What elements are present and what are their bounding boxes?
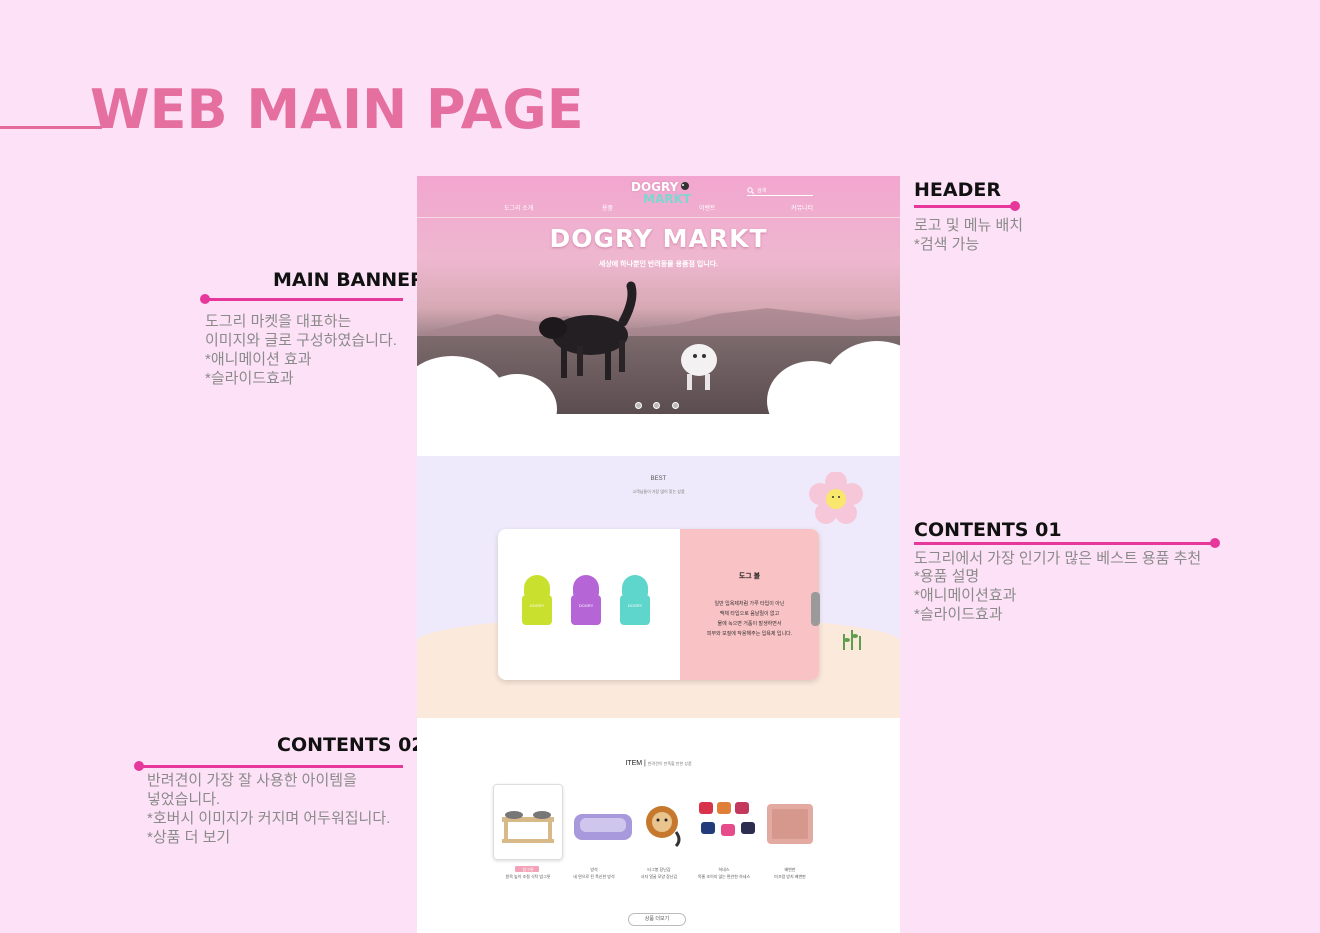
banner-annotation-line	[205, 298, 403, 301]
slide-handle[interactable]	[811, 592, 820, 626]
banner-annotation-text-3: *애니메이션 효과	[205, 351, 312, 368]
best-product-card[interactable]: DOGRY DOGRY DOGRY 도그 볼 일반 입욕제처럼 가루 타입이 아…	[498, 529, 819, 680]
item-card-cushion[interactable]	[568, 784, 638, 860]
slide-dot-1[interactable]	[635, 402, 642, 409]
product-desc-line-4: 피부와 모질에 작용해주는 입욕제 입니다.	[706, 631, 793, 637]
contents01-annotation-text-4: *슬라이드효과	[914, 606, 1003, 623]
header-divider	[417, 217, 900, 218]
more-products-button[interactable]: 상품 더보기	[628, 913, 686, 926]
slide-dot-2[interactable]	[653, 402, 660, 409]
header-annotation-text-2: *검색 가능	[914, 236, 980, 253]
product-description: 일반 입욕제처럼 가루 타입이 아닌 맥체 타입으로 음날릴이 없고 물에 녹으…	[690, 599, 809, 639]
contents02-annotation-line	[140, 765, 403, 768]
banner-annotation-text-2: 이미지와 글로 구성하였습니다.	[205, 332, 397, 349]
bottle-body-3	[620, 595, 650, 625]
product-desc-line-1: 일반 입욕제처럼 가루 타입이 아닌	[714, 601, 785, 607]
bottle-label-3: DOGRY	[627, 603, 643, 608]
item-title: ITEM	[625, 760, 643, 767]
banner-annotation-text-1: 도그리 마켓을 대표하는	[205, 313, 352, 330]
contents01-annotation-text-3: *애니메이션효과	[914, 587, 1017, 604]
potty-pad-image	[767, 804, 813, 844]
black-dog-image	[539, 281, 637, 380]
product-desc-line-3: 물에 녹으면 거품이 발생하면서	[717, 621, 782, 627]
wooden-bowl-stand-image	[502, 811, 554, 843]
bottle-cap-3	[622, 575, 648, 597]
contents01-annotation-text-2: *용품 설명	[914, 568, 980, 585]
contents02-annotation-text-1: 반려견이 가장 잘 사용한 아이템을	[147, 772, 357, 789]
contents01-annotation-dot	[1210, 538, 1220, 548]
bottle-body-1	[522, 595, 552, 625]
flower-decoration	[809, 472, 863, 524]
product-title: 도그 볼	[738, 573, 761, 580]
cushion-image	[574, 814, 632, 840]
hero-title: DOGRY MARKT	[549, 224, 768, 253]
contents01-annotation-title: CONTENTS 01	[914, 519, 1062, 541]
banner-annotation-text-4: *슬라이드효과	[205, 370, 294, 387]
nav-item-about[interactable]: 도그리 소개	[504, 203, 533, 212]
hero-subtitle: 세상에 하나뿐인 반려동물 용품점 입니다.	[598, 261, 719, 268]
header-annotation-dot	[1010, 201, 1020, 211]
bottle-body-2	[571, 595, 601, 625]
logo-line2[interactable]: MARKT	[643, 192, 691, 206]
item-name-pad: 미끄럼 방지 배변판	[774, 874, 806, 879]
plant-decoration	[843, 630, 861, 650]
contents02-annotation-title: CONTENTS 02	[277, 734, 425, 756]
nav-item-community[interactable]: 커뮤니티	[791, 203, 813, 212]
website-mockup: DOGRY MARKT 검색 도그리 소개 용품 이벤트 커뮤니티 DOGRY …	[417, 176, 900, 933]
contents02-annotation-text-3: *호버시 이미지가 커지며 어두워집니다.	[147, 810, 391, 827]
contents01-annotation-line	[914, 542, 1214, 545]
contents01-annotation-text-1: 도그리에서 가장 인기가 많은 베스트 용품 추천	[914, 550, 1202, 567]
product-desc-line-2: 맥체 타입으로 음날릴이 없고	[719, 611, 780, 617]
banner-bottom-fill	[417, 414, 900, 459]
product-bottle-1: DOGRY	[522, 575, 552, 625]
item-label-pad: 배변판 미끄럼 방지 배변판	[750, 866, 830, 880]
bottle-label-2: DOGRY	[578, 603, 594, 608]
product-bottle-2: DOGRY	[571, 575, 601, 625]
bottle-cap-1	[524, 575, 550, 597]
item-card-pad[interactable]	[761, 784, 831, 860]
header-annotation-title: HEADER	[914, 179, 1001, 201]
nav-item-products[interactable]: 용품	[602, 203, 613, 212]
item-subtitle: 반려견이 만족할 만한 상품	[647, 761, 692, 766]
item-section-title: ITEM | 반려견이 만족할 만한 상품	[625, 760, 692, 767]
item-card-harness[interactable]	[691, 784, 761, 860]
dog-logo-icon	[681, 182, 689, 190]
search-input[interactable]: 검색	[747, 187, 813, 196]
banner-annotation-title: MAIN BANNER	[273, 269, 425, 291]
page-title: WEB MAIN PAGE	[90, 78, 584, 141]
bottle-cap-2	[573, 575, 599, 597]
slide-dot-3[interactable]	[672, 402, 679, 409]
white-dog-image	[681, 344, 717, 390]
bottle-label-1: DOGRY	[529, 603, 545, 608]
harness-image	[699, 802, 755, 836]
item-tag-pad: 배변판	[784, 867, 796, 872]
header-annotation-line	[914, 205, 1014, 208]
item-card-bowl[interactable]	[493, 784, 563, 860]
title-underline	[0, 126, 102, 129]
header-annotation-text-1: 로고 및 메뉴 배치	[914, 217, 1024, 234]
contents02-annotation-text-2: 넣었습니다.	[147, 791, 221, 808]
contents02-annotation-text-4: *상품 더 보기	[147, 829, 231, 846]
product-info-panel: 도그 볼 일반 입욕제처럼 가루 타입이 아닌 맥체 타입으로 음날릴이 없고 …	[680, 529, 819, 680]
product-bottle-3: DOGRY	[620, 575, 650, 625]
nav-item-events[interactable]: 이벤트	[699, 203, 716, 212]
